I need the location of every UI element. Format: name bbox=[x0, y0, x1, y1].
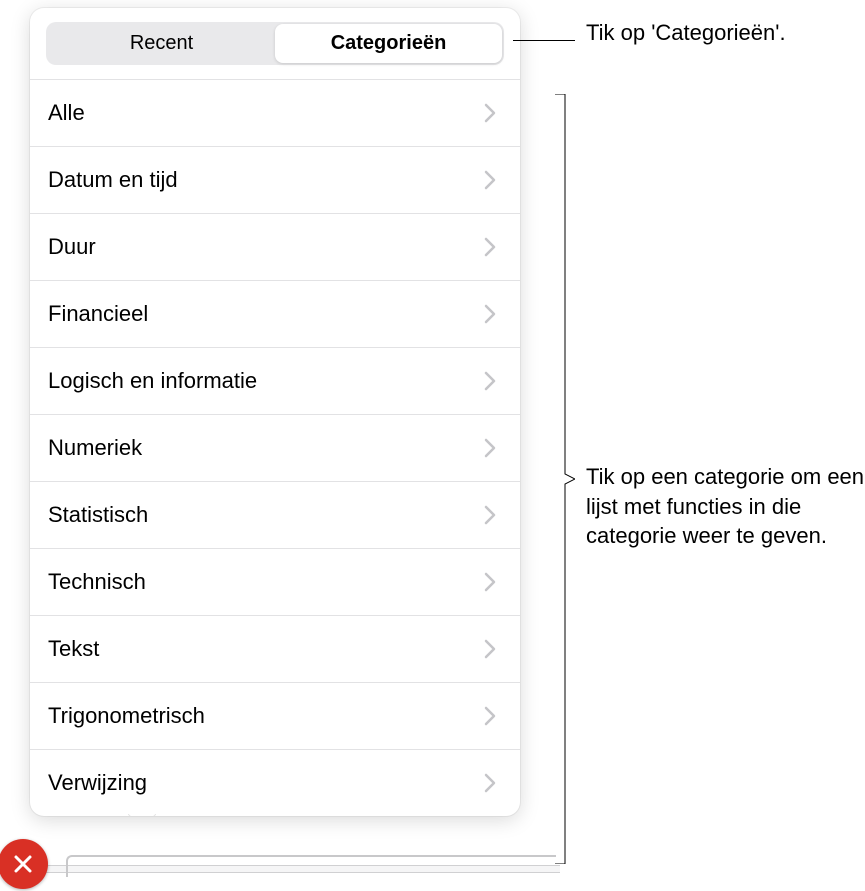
close-button[interactable] bbox=[0, 839, 48, 889]
category-item-financieel[interactable]: Financieel bbox=[30, 280, 520, 347]
toolbar-field-outline bbox=[66, 855, 556, 877]
category-label: Statistisch bbox=[48, 502, 148, 528]
category-item-trigonometrisch[interactable]: Trigonometrisch bbox=[30, 682, 520, 749]
category-label: Financieel bbox=[48, 301, 148, 327]
function-browser-popover: Recent Categorieën Alle Datum en tijd Du… bbox=[30, 8, 520, 816]
category-label: Datum en tijd bbox=[48, 167, 178, 193]
segmented-control: Recent Categorieën bbox=[46, 22, 504, 65]
chevron-right-icon bbox=[484, 103, 496, 123]
chevron-right-icon bbox=[484, 572, 496, 592]
popover-tail-icon bbox=[128, 814, 156, 816]
category-item-datum-en-tijd[interactable]: Datum en tijd bbox=[30, 146, 520, 213]
close-icon bbox=[12, 853, 34, 875]
chevron-right-icon bbox=[484, 505, 496, 525]
callout-tap-category: Tik op een categorie om een lijst met fu… bbox=[586, 462, 865, 551]
callout-tap-categories: Tik op 'Categorieën'. bbox=[586, 20, 786, 46]
tab-recent[interactable]: Recent bbox=[48, 24, 275, 63]
category-item-technisch[interactable]: Technisch bbox=[30, 548, 520, 615]
category-item-alle[interactable]: Alle bbox=[30, 79, 520, 146]
tab-categories[interactable]: Categorieën bbox=[275, 24, 502, 63]
category-item-tekst[interactable]: Tekst bbox=[30, 615, 520, 682]
chevron-right-icon bbox=[484, 304, 496, 324]
category-list: Alle Datum en tijd Duur Financieel Logis… bbox=[30, 79, 520, 816]
category-label: Duur bbox=[48, 234, 96, 260]
callout-leader-line bbox=[513, 40, 575, 41]
category-label: Tekst bbox=[48, 636, 99, 662]
category-item-logisch-en-informatie[interactable]: Logisch en informatie bbox=[30, 347, 520, 414]
category-label: Trigonometrisch bbox=[48, 703, 205, 729]
category-label: Logisch en informatie bbox=[48, 368, 257, 394]
chevron-right-icon bbox=[484, 237, 496, 257]
tab-recent-label: Recent bbox=[130, 32, 193, 54]
chevron-right-icon bbox=[484, 639, 496, 659]
category-item-numeriek[interactable]: Numeriek bbox=[30, 414, 520, 481]
chevron-right-icon bbox=[484, 170, 496, 190]
tab-categories-label: Categorieën bbox=[331, 32, 447, 54]
category-label: Numeriek bbox=[48, 435, 142, 461]
chevron-right-icon bbox=[484, 438, 496, 458]
chevron-right-icon bbox=[484, 773, 496, 793]
chevron-right-icon bbox=[484, 371, 496, 391]
callout-bracket-icon bbox=[555, 94, 575, 864]
category-item-verwijzing[interactable]: Verwijzing bbox=[30, 749, 520, 816]
category-label: Alle bbox=[48, 100, 85, 126]
category-label: Verwijzing bbox=[48, 770, 147, 796]
category-label: Technisch bbox=[48, 569, 146, 595]
category-item-statistisch[interactable]: Statistisch bbox=[30, 481, 520, 548]
chevron-right-icon bbox=[484, 706, 496, 726]
category-item-duur[interactable]: Duur bbox=[30, 213, 520, 280]
